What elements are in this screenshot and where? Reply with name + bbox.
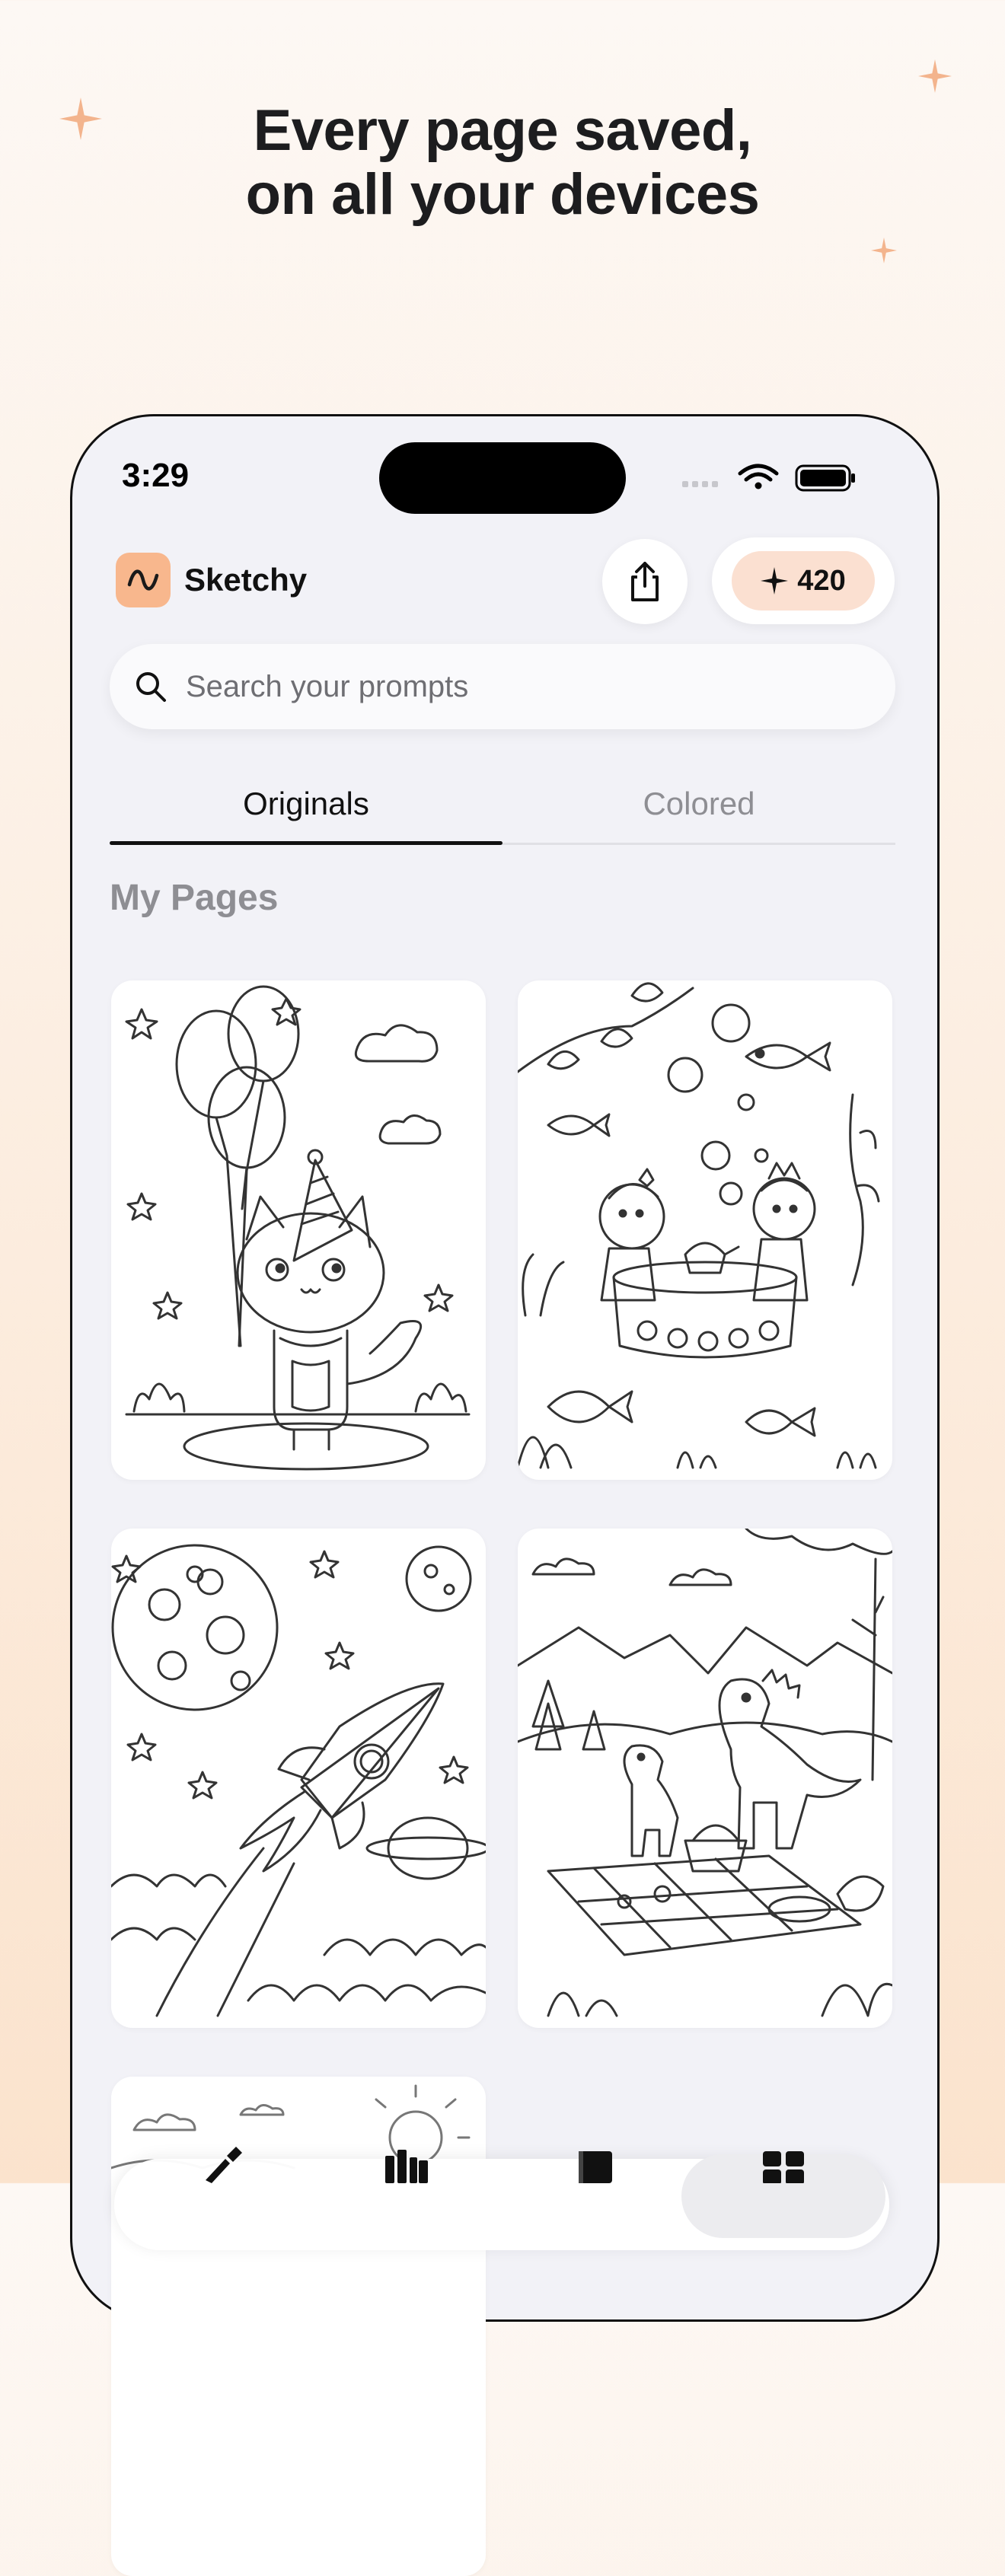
book-icon[interactable] <box>573 2145 618 2183</box>
page-card-kitten[interactable] <box>111 980 486 1480</box>
signal-icon <box>682 481 718 487</box>
sparkle-icon <box>761 567 789 595</box>
search-input[interactable]: Search your prompts <box>186 670 468 704</box>
page-card-tea-party[interactable] <box>518 980 892 1480</box>
app-logo-icon <box>116 553 171 607</box>
wifi-icon <box>738 464 779 482</box>
tabs: Originals Colored <box>110 776 895 846</box>
tab-active-indicator <box>110 841 502 845</box>
dinosaur-illustration <box>518 1529 892 2017</box>
app-name: Sketchy <box>184 562 308 598</box>
sunny-illustration <box>111 2084 471 2170</box>
tab-originals[interactable]: Originals <box>110 776 502 846</box>
brush-icon[interactable] <box>198 2145 244 2183</box>
share-button[interactable] <box>602 539 688 624</box>
page-card-dinosaur[interactable] <box>518 1529 892 2028</box>
credits-button[interactable]: 420 <box>712 537 895 624</box>
battery-icon <box>795 464 855 492</box>
share-icon <box>631 562 659 601</box>
tab-colored[interactable]: Colored <box>502 776 895 846</box>
tea-party-illustration <box>518 982 880 1469</box>
rocket-illustration <box>111 1544 486 2017</box>
grid-icon[interactable] <box>761 2145 807 2183</box>
headline-line-1: Every page saved, <box>253 98 752 163</box>
sparkle-icon <box>871 238 897 263</box>
search-icon <box>134 668 171 705</box>
status-time: 3:29 <box>122 457 190 494</box>
credits-count: 420 <box>797 564 846 597</box>
marketing-headline: Every page saved, on all your devices <box>0 99 1005 227</box>
sparkle-icon <box>918 59 952 93</box>
headline-line-2: on all your devices <box>245 162 760 227</box>
page-card-rocket[interactable] <box>111 1529 486 2028</box>
status-icons <box>682 464 855 492</box>
credits-pill: 420 <box>732 551 875 611</box>
library-icon[interactable] <box>384 2145 429 2183</box>
page-card-sunny[interactable] <box>111 2077 486 2576</box>
search-bar[interactable]: Search your prompts <box>110 644 895 729</box>
section-title: My Pages <box>110 878 279 918</box>
app-header: Sketchy <box>116 550 307 611</box>
dynamic-island <box>379 442 626 514</box>
kitten-illustration <box>125 985 471 1471</box>
